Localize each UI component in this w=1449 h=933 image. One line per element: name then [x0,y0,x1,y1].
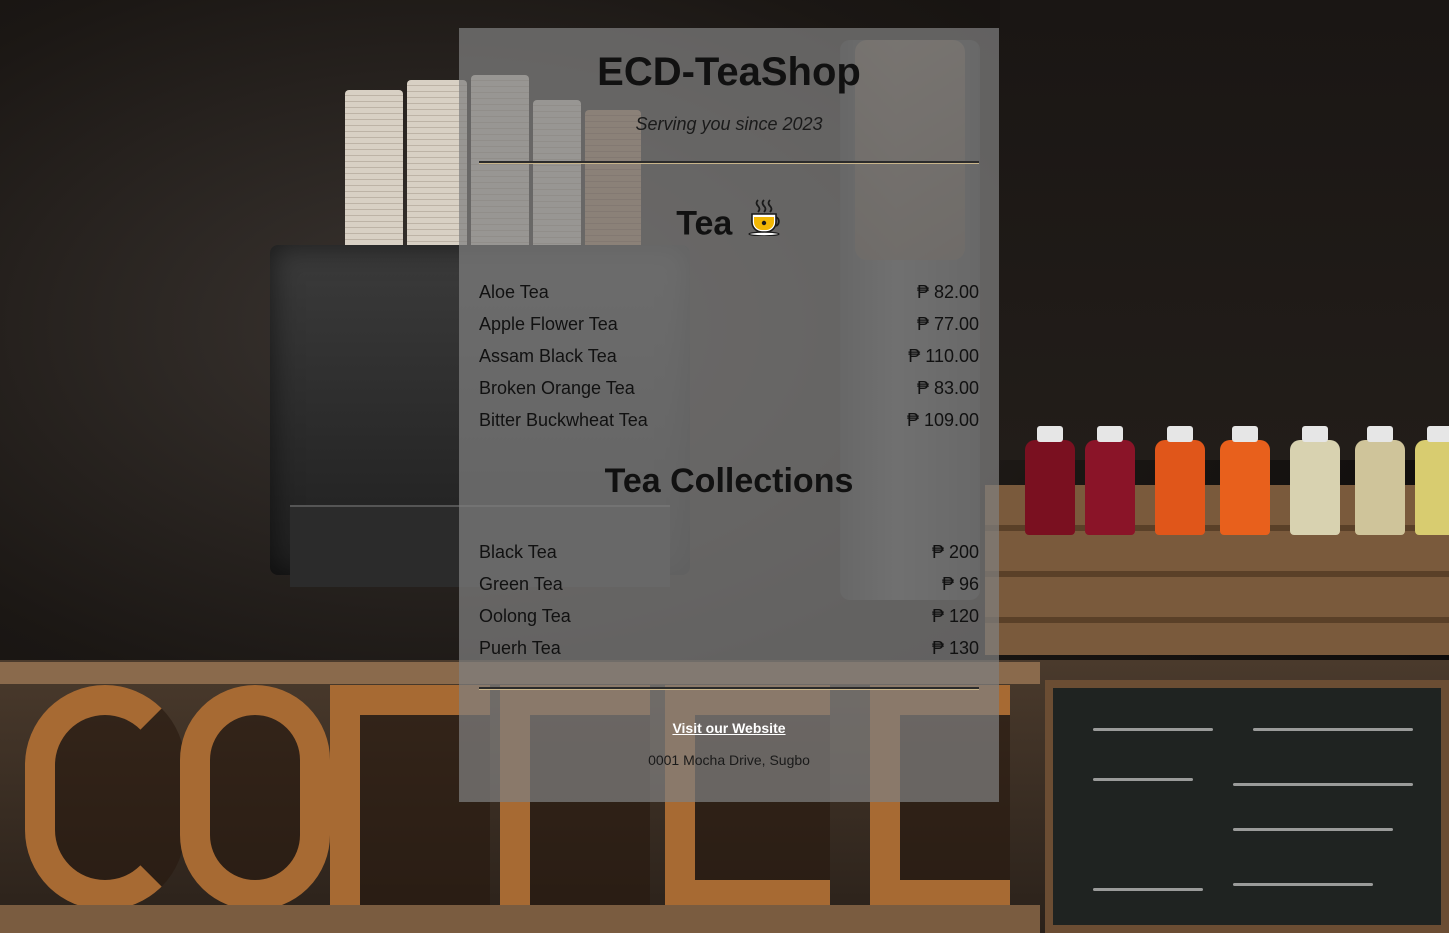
menu-item-price: ₱ 96 [941,573,979,594]
menu-item: Apple Flower Tea ₱ 77.00 [479,308,979,340]
juice-bottle [1415,426,1449,535]
chalk-writing [1093,778,1193,781]
menu-item: Aloe Tea ₱ 82.00 [479,276,979,308]
juice-bottle [1290,426,1340,535]
menu-item-price: ₱ 110.00 [908,345,979,366]
menu-card: ECD-TeaShop Serving you since 2023 Tea A… [459,28,999,802]
menu-item: Black Tea ₱ 200 [479,536,979,568]
marquee-letter-image [25,685,185,910]
menu-item-price: ₱ 82.00 [916,281,979,302]
menu-item-name: Apple Flower Tea [479,313,618,334]
menu-item-name: Bitter Buckwheat Tea [479,409,648,430]
menu-item-price: ₱ 200 [931,541,979,562]
menu-item-name: Assam Black Tea [479,345,617,366]
menu-item-name: Oolong Tea [479,605,571,626]
menu-item-price: ₱ 77.00 [916,313,979,334]
juice-bottle [1220,426,1270,535]
menu-item: Broken Orange Tea ₱ 83.00 [479,372,979,404]
chalkboard-menu-image [1045,680,1449,933]
chalk-writing [1233,783,1413,786]
menu-item-name: Puerh Tea [479,637,561,658]
menu-item-price: ₱ 109.00 [906,409,979,430]
chalk-writing [1093,888,1203,891]
menu-item: Oolong Tea ₱ 120 [479,600,979,632]
header-divider [479,161,979,163]
section-title-tea-collections: Tea Collections [604,462,854,500]
juice-bottle [1025,426,1075,535]
menu-item-price: ₱ 120 [931,605,979,626]
shop-tagline: Serving you since 2023 [635,114,823,134]
chalk-writing [1233,883,1373,886]
chalk-writing [1093,728,1213,731]
visit-website-link[interactable]: Visit our Website [459,720,999,736]
cup-stack [345,90,403,270]
section-title-tea: Tea [459,199,999,249]
shop-address: 0001 Mocha Drive, Sugbo [648,752,810,768]
menu-item-name: Aloe Tea [479,281,549,302]
shop-title: ECD-TeaShop [597,50,861,94]
marquee-letter-image [180,685,330,910]
juice-bottle [1085,426,1135,535]
chalk-writing [1253,728,1413,731]
menu-item: Assam Black Tea ₱ 110.00 [479,340,979,372]
juice-bottle [1355,426,1405,535]
menu-item: Green Tea ₱ 96 [479,568,979,600]
juice-bottle [1155,426,1205,535]
hot-tea-cup-icon [748,198,782,245]
section-title-text: Tea [676,204,733,243]
background-wall [1000,0,1449,460]
menu-item-price: ₱ 83.00 [916,377,979,398]
tea-collections-list: Black Tea ₱ 200 Green Tea ₱ 96 Oolong Te… [479,536,979,664]
tea-menu-list: Aloe Tea ₱ 82.00 Apple Flower Tea ₱ 77.0… [479,276,979,436]
shelf-image [0,905,1040,933]
chalk-writing [1233,828,1393,831]
cup-stack [407,80,467,270]
menu-item-name: Broken Orange Tea [479,377,635,398]
footer-divider [479,687,979,689]
menu-item: Puerh Tea ₱ 130 [479,632,979,664]
menu-item-name: Black Tea [479,541,557,562]
menu-item-name: Green Tea [479,573,563,594]
juice-bottles-image [1015,426,1449,540]
menu-item-price: ₱ 130 [931,637,979,658]
menu-item: Bitter Buckwheat Tea ₱ 109.00 [479,404,979,436]
